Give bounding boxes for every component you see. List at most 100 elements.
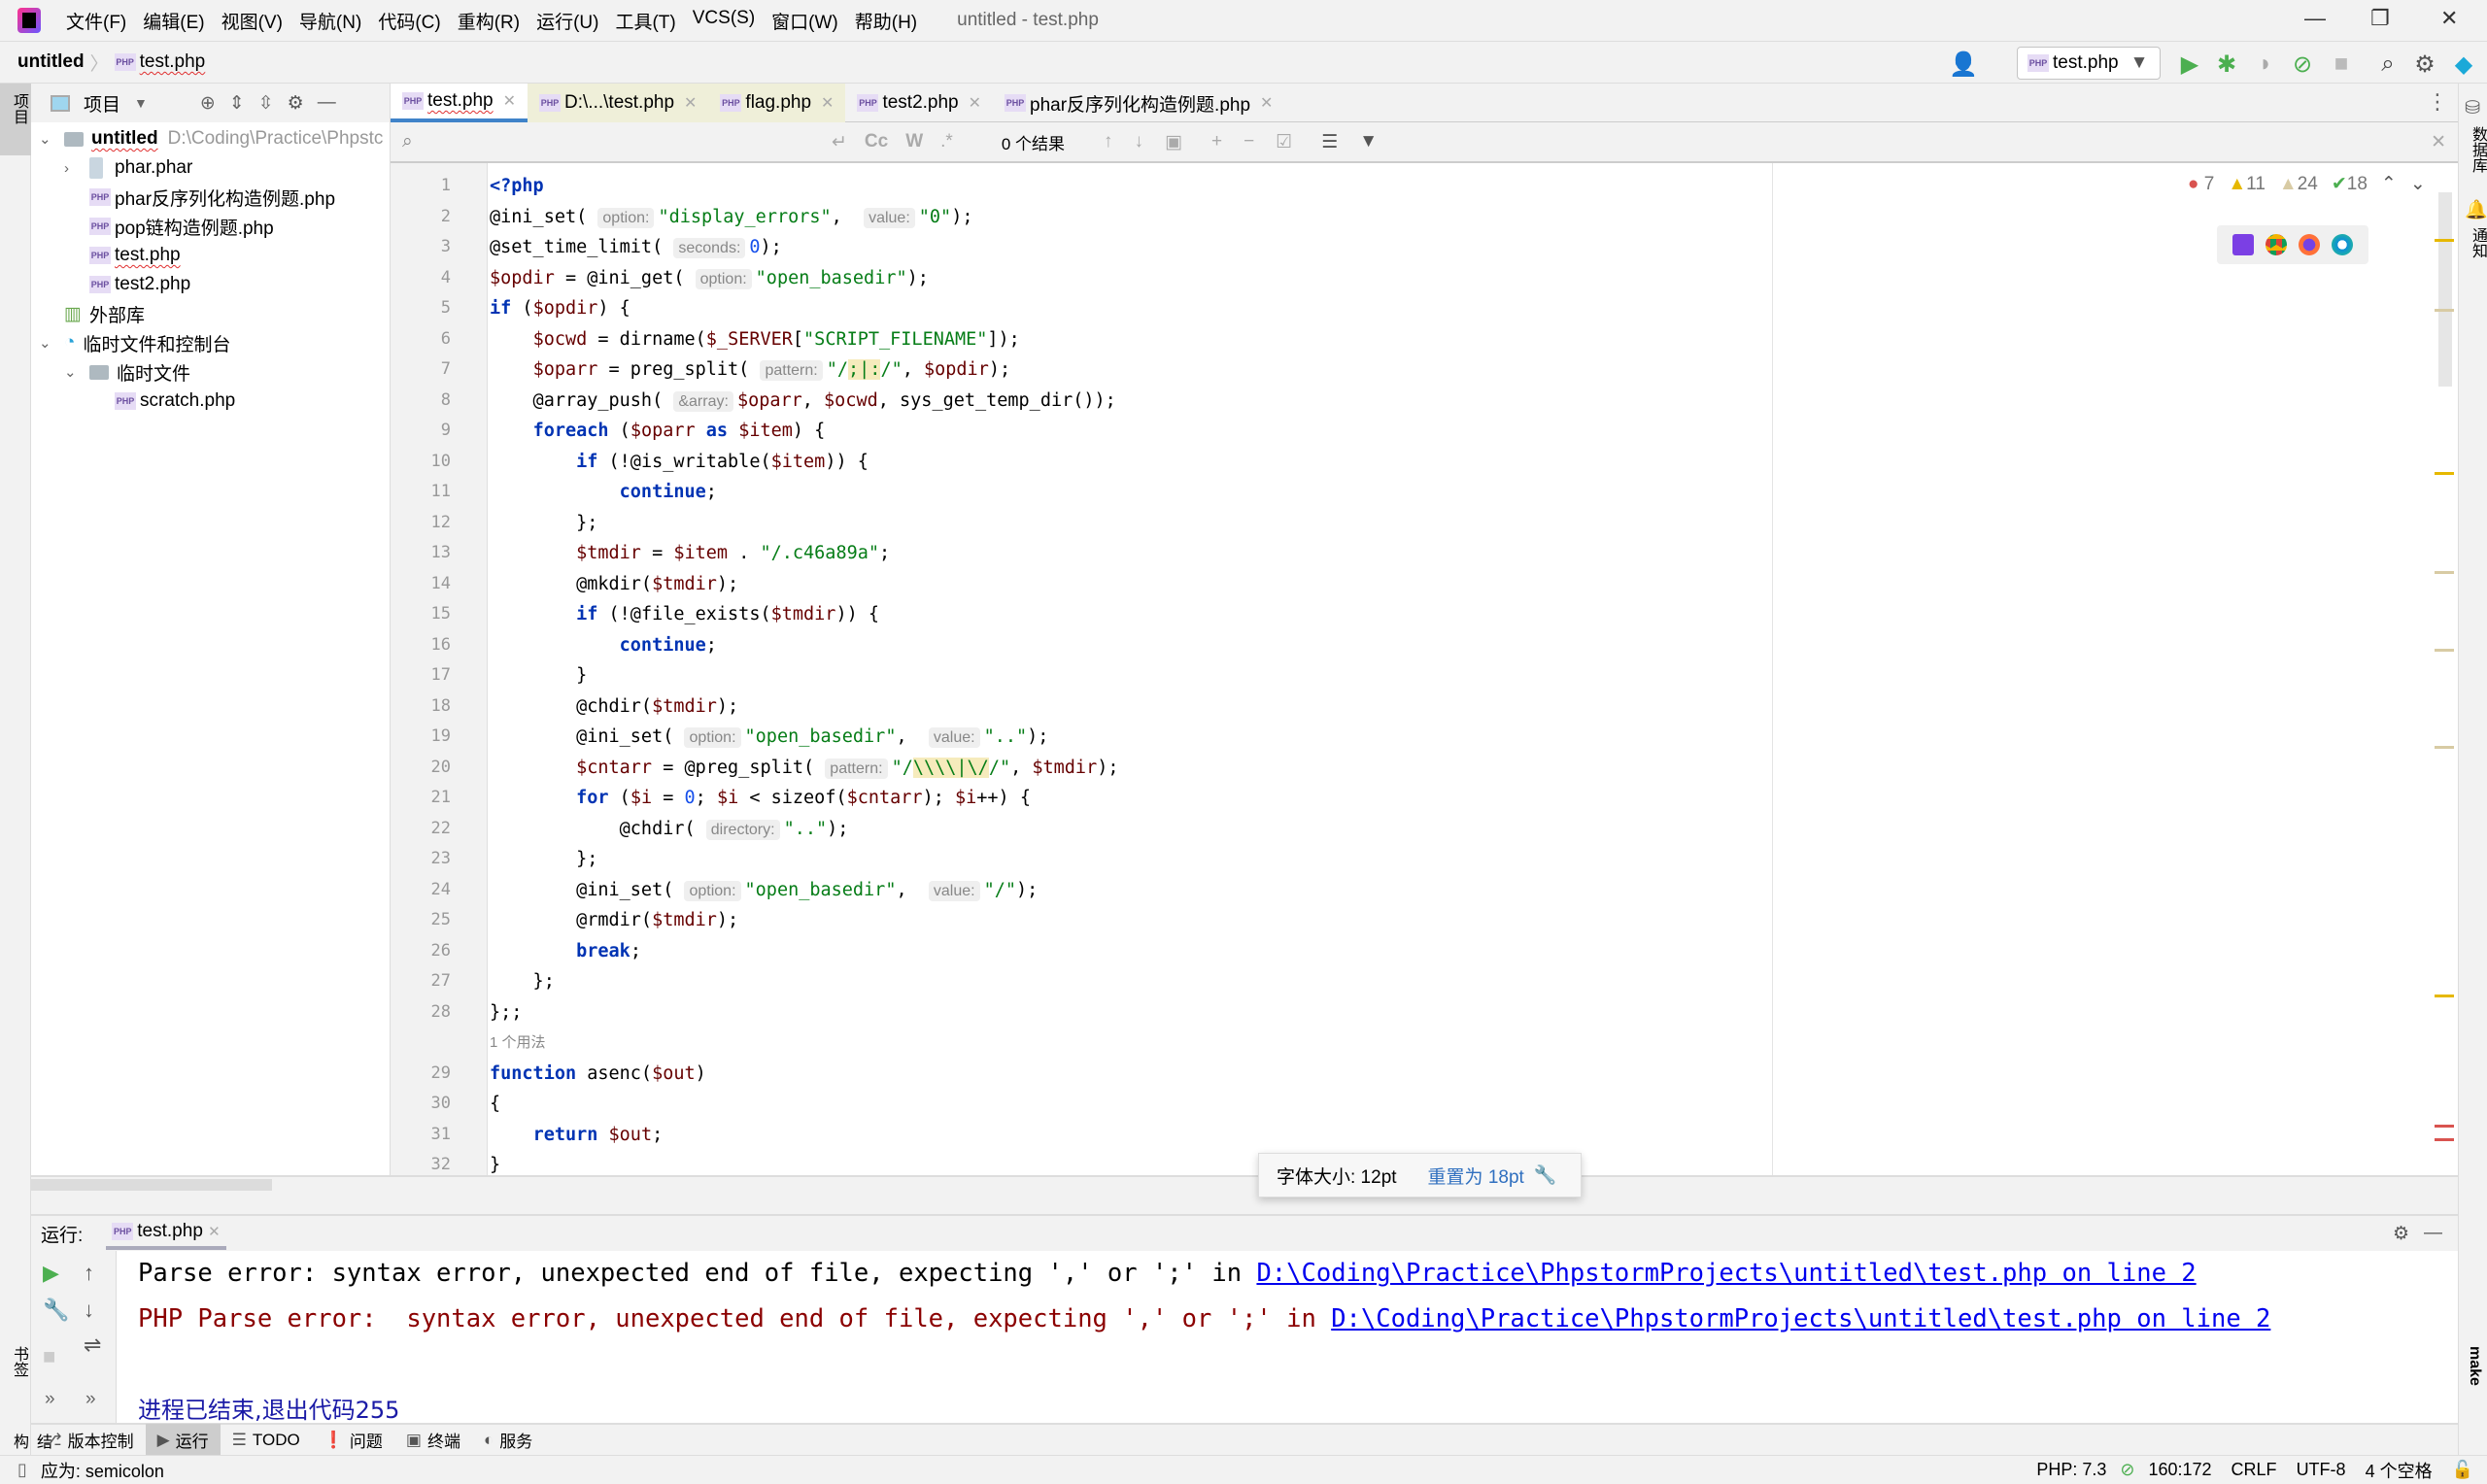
menu-item[interactable]: VCS(S) (693, 8, 755, 34)
wrench-icon[interactable]: 🔧 (43, 1298, 69, 1323)
code-line[interactable]: 24 @ini_set( option: "open_basedir", valu… (431, 875, 1118, 906)
tree-item[interactable]: PHP pop链构造例题.php (31, 212, 390, 241)
toggle-select-icon[interactable]: ☑ (1276, 131, 1292, 153)
code-line[interactable]: 23 }; (431, 844, 1118, 875)
gear-icon[interactable]: ⚙ (288, 92, 304, 115)
code-line[interactable]: 10 if (!@is_writable($item)) { (431, 447, 1118, 478)
menu-item[interactable]: 重构(R) (458, 8, 520, 34)
menu-item[interactable]: 帮助(H) (855, 8, 917, 34)
tree-item[interactable]: PHP test.php (31, 241, 390, 270)
line-ending[interactable]: CRLF (2231, 1460, 2277, 1480)
indent-setting[interactable]: 4 个空格 (2366, 1458, 2433, 1483)
firefox-icon[interactable] (2299, 234, 2320, 255)
regex-button[interactable]: .* (940, 131, 953, 152)
remove-occurrence-icon[interactable]: − (1244, 131, 1254, 152)
code-line[interactable]: 27 }; (431, 966, 1118, 997)
editor-tab[interactable]: PHP D:\...\test.php ✕ (528, 84, 709, 122)
collapse-all-icon[interactable]: ⇳ (258, 92, 274, 115)
code-line[interactable]: 5 if ($opdir) { (441, 293, 1118, 324)
run-config-select[interactable]: PHP test.php ▼ (2017, 47, 2161, 80)
console-output[interactable]: Parse error: syntax error, unexpected en… (117, 1251, 2458, 1424)
error-stripe[interactable] (2435, 163, 2454, 1175)
editor-tab[interactable]: PHP test2.php ✕ (845, 84, 993, 122)
debug-icon[interactable]: ✱ (2213, 51, 2240, 79)
code-line[interactable]: 18 @chdir($tmdir); (431, 691, 1118, 723)
inspection-widget[interactable]: ● 7 ▲11 ▲24 ✔18 ⌃ ⌄ (2188, 173, 2426, 195)
toolbox-icon[interactable]: ◆ (2450, 51, 2477, 79)
code-line[interactable]: 32} (431, 1150, 1118, 1175)
code-line[interactable]: 22 @chdir( directory: ".."); (431, 814, 1118, 845)
debug-listen-icon[interactable]: ⊘ (2120, 1460, 2134, 1480)
code-line[interactable]: 13 $tmdir = $item . "/.c46a89a"; (431, 538, 1118, 569)
php-version[interactable]: PHP: 7.3 (2036, 1460, 2106, 1480)
tree-item[interactable]: ⌄ 临时文件 (31, 357, 390, 387)
add-occurrence-icon[interactable]: + (1211, 131, 1222, 152)
notifications-tool-label[interactable]: 通知 (2466, 227, 2487, 258)
editor-tab[interactable]: PHP phar反序列化构造例题.php ✕ (993, 84, 1284, 122)
code-line[interactable]: 26 break; (431, 936, 1118, 967)
tree-item[interactable]: PHP scratch.php (31, 387, 390, 416)
code-line[interactable]: 25 @rmdir($tmdir); (431, 905, 1118, 936)
breadcrumb-project[interactable]: untitled (17, 51, 85, 73)
code-area[interactable]: 1 <?php 2 @ini_set( option: "display_errors"… (431, 171, 1119, 1175)
code-line[interactable]: 12 }; (431, 508, 1118, 539)
tree-item[interactable]: PHP test2.php (31, 270, 390, 299)
menu-item[interactable]: 编辑(E) (143, 8, 204, 34)
bookmarks-tool-label[interactable]: 书签 (7, 1346, 30, 1377)
reset-font-size-link[interactable]: 重置为 18pt (1428, 1163, 1524, 1189)
chevron-icon[interactable]: › (64, 160, 89, 177)
close-tab-icon[interactable]: ✕ (208, 1224, 221, 1240)
locate-icon[interactable]: ⊕ (200, 92, 216, 115)
file-encoding[interactable]: UTF-8 (2297, 1460, 2346, 1480)
project-tool-label[interactable]: 项目 (7, 93, 30, 124)
close-find-icon[interactable]: ✕ (2431, 131, 2446, 153)
horizontal-scrollbar[interactable] (31, 1175, 2458, 1214)
search-icon[interactable]: ⌕ (2374, 51, 2402, 78)
new-line-icon[interactable]: ↵ (832, 131, 847, 153)
soft-wrap-icon[interactable]: ⇌ (84, 1332, 101, 1358)
wrench-icon[interactable]: 🔧 (1534, 1164, 1557, 1187)
code-line[interactable]: 7 $oparr = preg_split( pattern: "/;|:/", … (441, 354, 1118, 386)
caret-position[interactable]: 160:172 (2148, 1460, 2211, 1480)
more-tabs-icon[interactable]: ⋮ (2427, 89, 2448, 115)
scrollbar-thumb[interactable] (31, 1179, 272, 1191)
next-highlight-icon[interactable]: ⌄ (2410, 173, 2426, 195)
weak-warning-count[interactable]: ▲24 (2279, 174, 2318, 195)
code-line[interactable]: 19 @ini_set( option: "open_basedir", valu… (431, 722, 1118, 753)
error-count[interactable]: ● 7 (2188, 174, 2214, 195)
whole-words-button[interactable]: W (905, 131, 923, 152)
close-tab-icon[interactable]: ✕ (969, 93, 981, 113)
tool-tab[interactable]: ❗ 问题 (312, 1424, 394, 1456)
code-line[interactable]: 9 foreach ($oparr as $item) { (441, 416, 1118, 447)
code-editor[interactable]: 1 <?php 2 @ini_set( option: "display_errors"… (391, 163, 2458, 1175)
tree-item[interactable]: ⌄ ◔ 临时文件和控制台 (31, 328, 390, 357)
code-line[interactable]: 11 continue; (431, 477, 1118, 508)
debug-listen-icon[interactable]: ⊘ (2289, 51, 2316, 79)
restore-button[interactable]: ❐ (2370, 6, 2390, 31)
find-input[interactable] (391, 122, 837, 161)
run-icon[interactable]: ▶ (2176, 51, 2203, 79)
menu-item[interactable]: 运行(U) (536, 8, 598, 34)
code-line[interactable]: 16 continue; (431, 630, 1118, 661)
usage-hint[interactable]: 1 个用法 (490, 1028, 1118, 1059)
code-line[interactable]: 28};; (431, 997, 1118, 1029)
code-line[interactable]: 15 if (!@file_exists($tmdir)) { (431, 599, 1118, 630)
close-window-button[interactable]: ✕ (2440, 6, 2458, 31)
lock-icon[interactable]: 🔓 (2452, 1460, 2473, 1480)
menu-item[interactable]: 工具(T) (615, 8, 675, 34)
close-tab-icon[interactable]: ✕ (1260, 93, 1273, 113)
chevron-icon[interactable]: ⌄ (39, 334, 64, 352)
database-tool-label[interactable]: 数据库 (2466, 126, 2487, 173)
tool-tab[interactable]: ▣ 终端 (394, 1424, 472, 1456)
hide-panel-icon[interactable]: — (318, 92, 336, 114)
expand-all-icon[interactable]: ⇕ (229, 92, 245, 115)
more-icon[interactable]: » (85, 1389, 96, 1410)
editor-tab[interactable]: PHP test.php ✕ (391, 84, 528, 122)
close-tab-icon[interactable]: ✕ (503, 91, 516, 111)
previous-occurrence-icon[interactable]: ↑ (1104, 131, 1113, 152)
code-line[interactable]: 6 $ocwd = dirname($_SERVER["SCRIPT_FILEN… (441, 324, 1118, 355)
menu-item[interactable]: 视图(V) (221, 8, 283, 34)
menu-item[interactable]: 窗口(W) (771, 8, 838, 34)
code-line[interactable]: 1 <?php (441, 171, 1118, 202)
match-case-button[interactable]: Cc (865, 131, 888, 152)
